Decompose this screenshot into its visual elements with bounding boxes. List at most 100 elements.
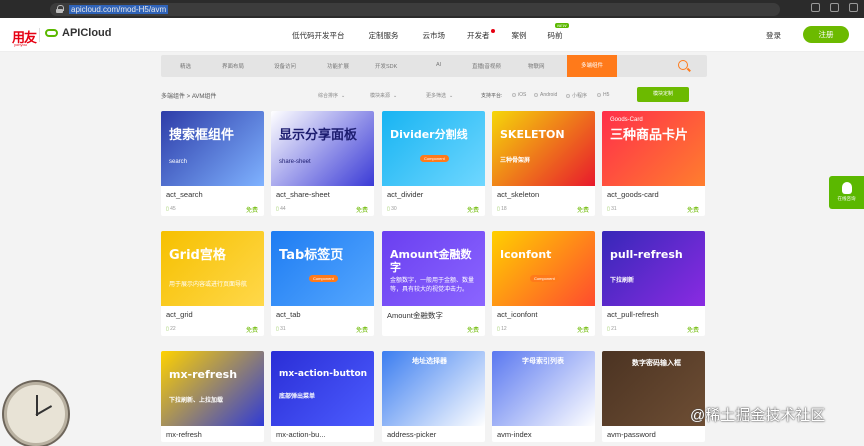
- card-thumbnail[interactable]: 搜索框组件 search: [161, 111, 264, 186]
- radio-icon[interactable]: [597, 93, 601, 97]
- card-thumbnail[interactable]: Amount金融数字 金额数字，一般用于金额、数量等，具有较大的视觉冲击力。: [382, 231, 485, 306]
- category-layout[interactable]: 界面布局: [222, 62, 244, 70]
- component-card[interactable]: 显示分享面板 share-sheet act_share-sheet 44 免费: [271, 111, 374, 216]
- component-card[interactable]: 三种商品卡片 Goods-Card act_goods-card 31 免费: [602, 111, 705, 216]
- nav-developer[interactable]: 开发者: [467, 29, 495, 41]
- card-thumbnail[interactable]: SKELETON 三种骨架屏: [492, 111, 595, 186]
- radio-icon[interactable]: [534, 93, 538, 97]
- address-bar[interactable]: apicloud.com/mod-H5/avm: [50, 2, 780, 16]
- main-nav: 低代码开发平台 定制服务 云市场 开发者 案例 码前 NEW: [292, 23, 569, 41]
- apicloud-logo[interactable]: APICloud: [62, 27, 112, 39]
- nav-lowcode[interactable]: 低代码开发平台: [292, 30, 345, 41]
- card-name[interactable]: mx-refresh: [166, 430, 202, 439]
- card-thumbnail[interactable]: Divider分割线 Component: [382, 111, 485, 186]
- card-name[interactable]: act_skeleton: [497, 190, 539, 199]
- card-thumbnail[interactable]: mx-refresh 下拉刷新、上拉加载: [161, 351, 264, 426]
- card-thumbnail[interactable]: Grid宫格 用于展示内容或进行页面导航: [161, 231, 264, 306]
- thumbnail-subtitle: 下拉刷新: [610, 278, 635, 284]
- card-thumbnail[interactable]: 地址选择器: [382, 351, 485, 426]
- nav-cloud-market[interactable]: 云市场: [423, 30, 446, 41]
- card-name[interactable]: avm-password: [607, 430, 656, 439]
- thumbnail-title: Divider分割线: [390, 128, 468, 141]
- breadcrumb: 多端组件 > AVM组件: [161, 94, 217, 100]
- thumbnail-subtitle: 底部弹出菜单: [279, 394, 316, 400]
- login-link[interactable]: 登录: [766, 30, 781, 41]
- component-chip: Component: [420, 155, 449, 162]
- platform-h5[interactable]: H5: [597, 92, 609, 98]
- profile-icon[interactable]: [849, 3, 858, 12]
- category-ai[interactable]: AI: [436, 62, 441, 68]
- component-card[interactable]: SKELETON 三种骨架屏 act_skeleton 18 免费: [492, 111, 595, 216]
- card-views: 21: [607, 326, 617, 332]
- component-card[interactable]: Iconfont Component act_iconfont 12 免费: [492, 231, 595, 336]
- platform-label: 支持平台:: [481, 93, 503, 99]
- component-card[interactable]: Tab标签页 Component act_tab 31 免费: [271, 231, 374, 336]
- category-extension[interactable]: 功能扩展: [327, 62, 349, 70]
- card-thumbnail[interactable]: 显示分享面板 share-sheet: [271, 111, 374, 186]
- card-thumbnail[interactable]: 字母索引列表: [492, 351, 595, 426]
- category-bar: 精选 界面布局 设备访问 功能扩展 开发SDK AI 直播|音视频 物联网 多端…: [161, 55, 707, 77]
- card-thumbnail[interactable]: pull-refresh 下拉刷新: [602, 231, 705, 306]
- thumbnail-title: 字母索引列表: [522, 357, 564, 365]
- platform-miniprogram[interactable]: 小程序: [566, 92, 587, 99]
- card-thumbnail[interactable]: Iconfont Component: [492, 231, 595, 306]
- lock-icon: [56, 5, 64, 13]
- platform-miniprogram-label: 小程序: [572, 93, 588, 99]
- category-multi-end[interactable]: 多端组件: [567, 55, 617, 77]
- card-thumbnail[interactable]: mx-action-button 底部弹出菜单: [271, 351, 374, 426]
- nav-cases[interactable]: 案例: [512, 30, 527, 41]
- category-live[interactable]: 直播|音视频: [472, 62, 501, 70]
- sort-dropdown[interactable]: 综合排序: [318, 92, 345, 99]
- online-consult-label: 在线咨询: [837, 196, 856, 201]
- component-card[interactable]: mx-refresh 下拉刷新、上拉加载 mx-refresh: [161, 351, 264, 442]
- component-card[interactable]: Grid宫格用于展示内容或进行页面导航 act_grid 22 免费: [161, 231, 264, 336]
- card-name[interactable]: Amount金融数字: [387, 310, 443, 321]
- thumbnail-title: 显示分享面板: [279, 128, 358, 143]
- register-button[interactable]: 注册: [803, 26, 849, 43]
- module-custom-button[interactable]: 模块定制: [637, 87, 689, 102]
- component-card[interactable]: pull-refresh 下拉刷新 act_pull-refresh 21 免费: [602, 231, 705, 336]
- card-name[interactable]: act_goods-card: [607, 190, 659, 199]
- online-consult-widget[interactable]: 在线咨询: [829, 176, 864, 209]
- radio-icon[interactable]: [566, 93, 570, 98]
- card-name[interactable]: address-picker: [387, 430, 436, 439]
- card-price: 免费: [686, 208, 699, 214]
- more-filter-dropdown[interactable]: 更多筛选: [426, 92, 453, 99]
- platform-ios[interactable]: iOS: [512, 92, 526, 98]
- component-card[interactable]: Divider分割线 Component act_divider 30 免费: [382, 111, 485, 216]
- component-card[interactable]: 搜索框组件 search act_search 45 免费: [161, 111, 264, 216]
- card-name[interactable]: act_divider: [387, 190, 423, 199]
- radio-icon[interactable]: [512, 93, 516, 97]
- card-name[interactable]: act_search: [166, 190, 203, 199]
- platform-android[interactable]: Android: [534, 92, 557, 98]
- card-thumbnail[interactable]: 三种商品卡片 Goods-Card: [602, 111, 705, 186]
- card-price: 免费: [686, 328, 699, 334]
- component-card[interactable]: 地址选择器 address-picker: [382, 351, 485, 442]
- nav-custom-service[interactable]: 定制服务: [369, 30, 399, 41]
- card-name[interactable]: act_tab: [276, 310, 301, 319]
- card-name[interactable]: act_grid: [166, 310, 193, 319]
- card-name[interactable]: mx-action-bu...: [276, 430, 326, 439]
- category-sdk[interactable]: 开发SDK: [375, 62, 397, 70]
- component-card[interactable]: 数字密码输入框 avm-password: [602, 351, 705, 442]
- source-dropdown[interactable]: 模块来源: [370, 92, 397, 99]
- card-name[interactable]: avm-index: [497, 430, 532, 439]
- card-name[interactable]: act_iconfont: [497, 310, 537, 319]
- search-icon[interactable]: [678, 60, 688, 70]
- star-icon[interactable]: [811, 3, 820, 12]
- thumbnail-title: Iconfont: [500, 248, 552, 261]
- component-card[interactable]: 字母索引列表 avm-index: [492, 351, 595, 442]
- category-device[interactable]: 设备访问: [274, 62, 296, 70]
- card-thumbnail[interactable]: Tab标签页 Component: [271, 231, 374, 306]
- extension-icon[interactable]: [830, 3, 839, 12]
- card-name[interactable]: act_share-sheet: [276, 190, 330, 199]
- category-featured[interactable]: 精选: [180, 62, 191, 70]
- category-iot[interactable]: 物联网: [528, 62, 545, 70]
- url-text[interactable]: apicloud.com/mod-H5/avm: [69, 4, 169, 14]
- component-card[interactable]: Amount金融数字 金额数字，一般用于金额、数量等，具有较大的视觉冲击力。 Amo…: [382, 231, 485, 336]
- component-chip: Component: [309, 275, 338, 282]
- card-name[interactable]: act_pull-refresh: [607, 310, 659, 319]
- nav-maqian[interactable]: 码前 NEW: [548, 23, 569, 41]
- component-card[interactable]: mx-action-button 底部弹出菜单 mx-action-bu...: [271, 351, 374, 442]
- thumbnail-title: Grid宫格: [169, 248, 226, 263]
